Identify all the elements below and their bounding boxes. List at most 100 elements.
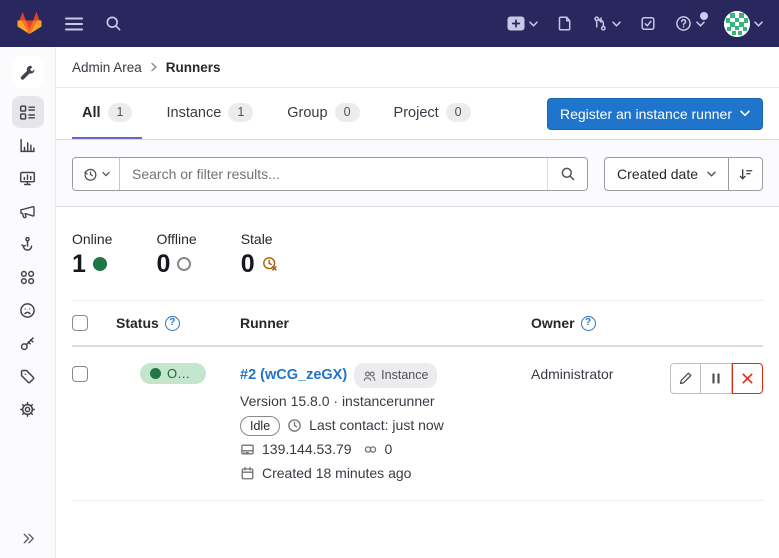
breadcrumb-admin-area[interactable]: Admin Area [72, 60, 142, 75]
gitlab-logo[interactable] [16, 10, 43, 37]
search-input[interactable] [120, 158, 547, 190]
sort-by-dropdown[interactable]: Created date [604, 157, 729, 191]
search-submit-button[interactable] [547, 158, 587, 190]
runner-job-count: 0 [385, 439, 393, 460]
user-avatar [724, 11, 750, 37]
tab-instance[interactable]: Instance 1 [156, 88, 263, 139]
stat-value: 1 [72, 250, 86, 278]
select-all-checkbox[interactable] [72, 315, 88, 331]
runner-idle-badge: Idle [240, 416, 280, 436]
server-icon [240, 442, 255, 457]
plus-icon [507, 16, 525, 31]
stat-value: 0 [241, 250, 255, 278]
tab-all[interactable]: All 1 [72, 88, 142, 139]
sidebar-item-monitoring[interactable] [12, 162, 44, 194]
sidebar-item-settings[interactable] [12, 393, 44, 425]
merge-request-menu[interactable] [592, 15, 621, 32]
tab-group[interactable]: Group 0 [277, 88, 369, 139]
sidebar-item-admin-wrench[interactable] [12, 56, 44, 88]
pause-icon [710, 372, 722, 385]
users-icon [363, 370, 376, 382]
register-instance-runner-button[interactable]: Register an instance runner [547, 98, 763, 130]
sidebar-item-overview[interactable] [12, 96, 44, 128]
chevron-down-icon [529, 21, 538, 27]
sidebar-item-abuse-reports[interactable] [12, 294, 44, 326]
sidebar-item-messages[interactable] [12, 195, 44, 227]
search-icon[interactable] [105, 15, 122, 32]
chevron-right-icon [150, 62, 158, 72]
sidebar-item-applications[interactable] [12, 261, 44, 293]
tab-count-badge: 1 [108, 103, 133, 122]
abuse-reports-icon [19, 302, 36, 319]
sort-controls: Created date [604, 157, 763, 191]
sidebar-expand-toggle[interactable] [0, 531, 56, 546]
monitor-icon [19, 170, 36, 187]
delete-runner-button[interactable] [732, 363, 763, 394]
chevron-down-icon [740, 110, 750, 117]
merge-request-icon [592, 15, 608, 32]
sidebar-item-analytics[interactable] [12, 129, 44, 161]
stat-stale: Stale 0 [241, 231, 278, 278]
tab-count-badge: 0 [335, 103, 360, 122]
applications-icon [19, 269, 36, 286]
overview-icon [19, 104, 36, 121]
stat-online: Online 1 [72, 231, 112, 278]
tab-project[interactable]: Project 0 [384, 88, 481, 139]
help-icon [675, 15, 692, 32]
register-button-label: Register an instance runner [560, 106, 732, 122]
clock-icon [287, 418, 302, 433]
runner-summary-cell: #2 (wCG_zeGX) Instance [236, 363, 531, 484]
tab-label: Instance [166, 105, 221, 121]
admin-sidebar [0, 47, 56, 558]
tab-label: Group [287, 105, 327, 121]
analytics-icon [19, 137, 36, 154]
runner-type-tabs: All 1 Instance 1 Group 0 Project 0 Regi [56, 88, 779, 140]
issues-icon[interactable] [557, 15, 573, 32]
runner-type-badge: Instance [354, 363, 437, 388]
stat-label: Online [72, 231, 112, 247]
breadcrumb-runners[interactable]: Runners [166, 60, 221, 75]
table-header-row: Status ? Runner Owner ? [72, 301, 763, 347]
runner-owner[interactable]: Administrator [531, 363, 671, 382]
edit-runner-button[interactable] [670, 363, 701, 394]
runner-link[interactable]: #2 (wCG_zeGX) [240, 365, 347, 386]
stat-offline: Offline 0 [156, 231, 196, 278]
column-header-status: Status [116, 315, 159, 331]
online-status-icon [93, 257, 107, 271]
tab-label: Project [394, 105, 439, 121]
runner-actions [671, 363, 763, 394]
owner-help-icon[interactable]: ? [581, 316, 596, 331]
new-plus-menu[interactable] [507, 16, 538, 31]
search-filter-group [72, 157, 588, 191]
filter-history-dropdown[interactable] [73, 158, 120, 190]
row-checkbox[interactable] [72, 366, 88, 382]
todo-icon[interactable] [640, 15, 656, 32]
sidebar-item-labels[interactable] [12, 360, 44, 392]
runner-ip-address: 139.144.53.79 [262, 439, 352, 460]
column-header-runner: Runner [240, 315, 289, 331]
pause-runner-button[interactable] [701, 363, 732, 394]
sidebar-item-deploy-keys[interactable] [12, 327, 44, 359]
stale-clock-icon [262, 256, 278, 272]
last-contact-text: Last contact: just now [309, 415, 444, 436]
tab-count-badge: 0 [446, 103, 471, 122]
status-help-icon[interactable]: ? [165, 316, 180, 331]
breadcrumb: Admin Area Runners [56, 47, 779, 88]
user-menu[interactable] [724, 11, 763, 37]
sidebar-item-system-hooks[interactable] [12, 228, 44, 260]
top-navigation-bar [0, 0, 779, 47]
settings-icon [19, 401, 36, 418]
help-menu[interactable] [675, 15, 705, 32]
pencil-icon [678, 371, 693, 386]
runners-table: Status ? Runner Owner ? [72, 300, 763, 501]
hamburger-menu-icon[interactable] [65, 17, 83, 31]
labels-icon [19, 368, 36, 385]
chevron-down-icon [707, 171, 716, 177]
type-badge-label: Instance [381, 365, 428, 386]
sort-direction-button[interactable] [729, 157, 763, 191]
link-icon [363, 442, 378, 457]
stat-value: 0 [156, 250, 170, 278]
chevron-down-icon [612, 21, 621, 27]
tab-label: All [82, 105, 101, 121]
stat-label: Stale [241, 231, 278, 247]
